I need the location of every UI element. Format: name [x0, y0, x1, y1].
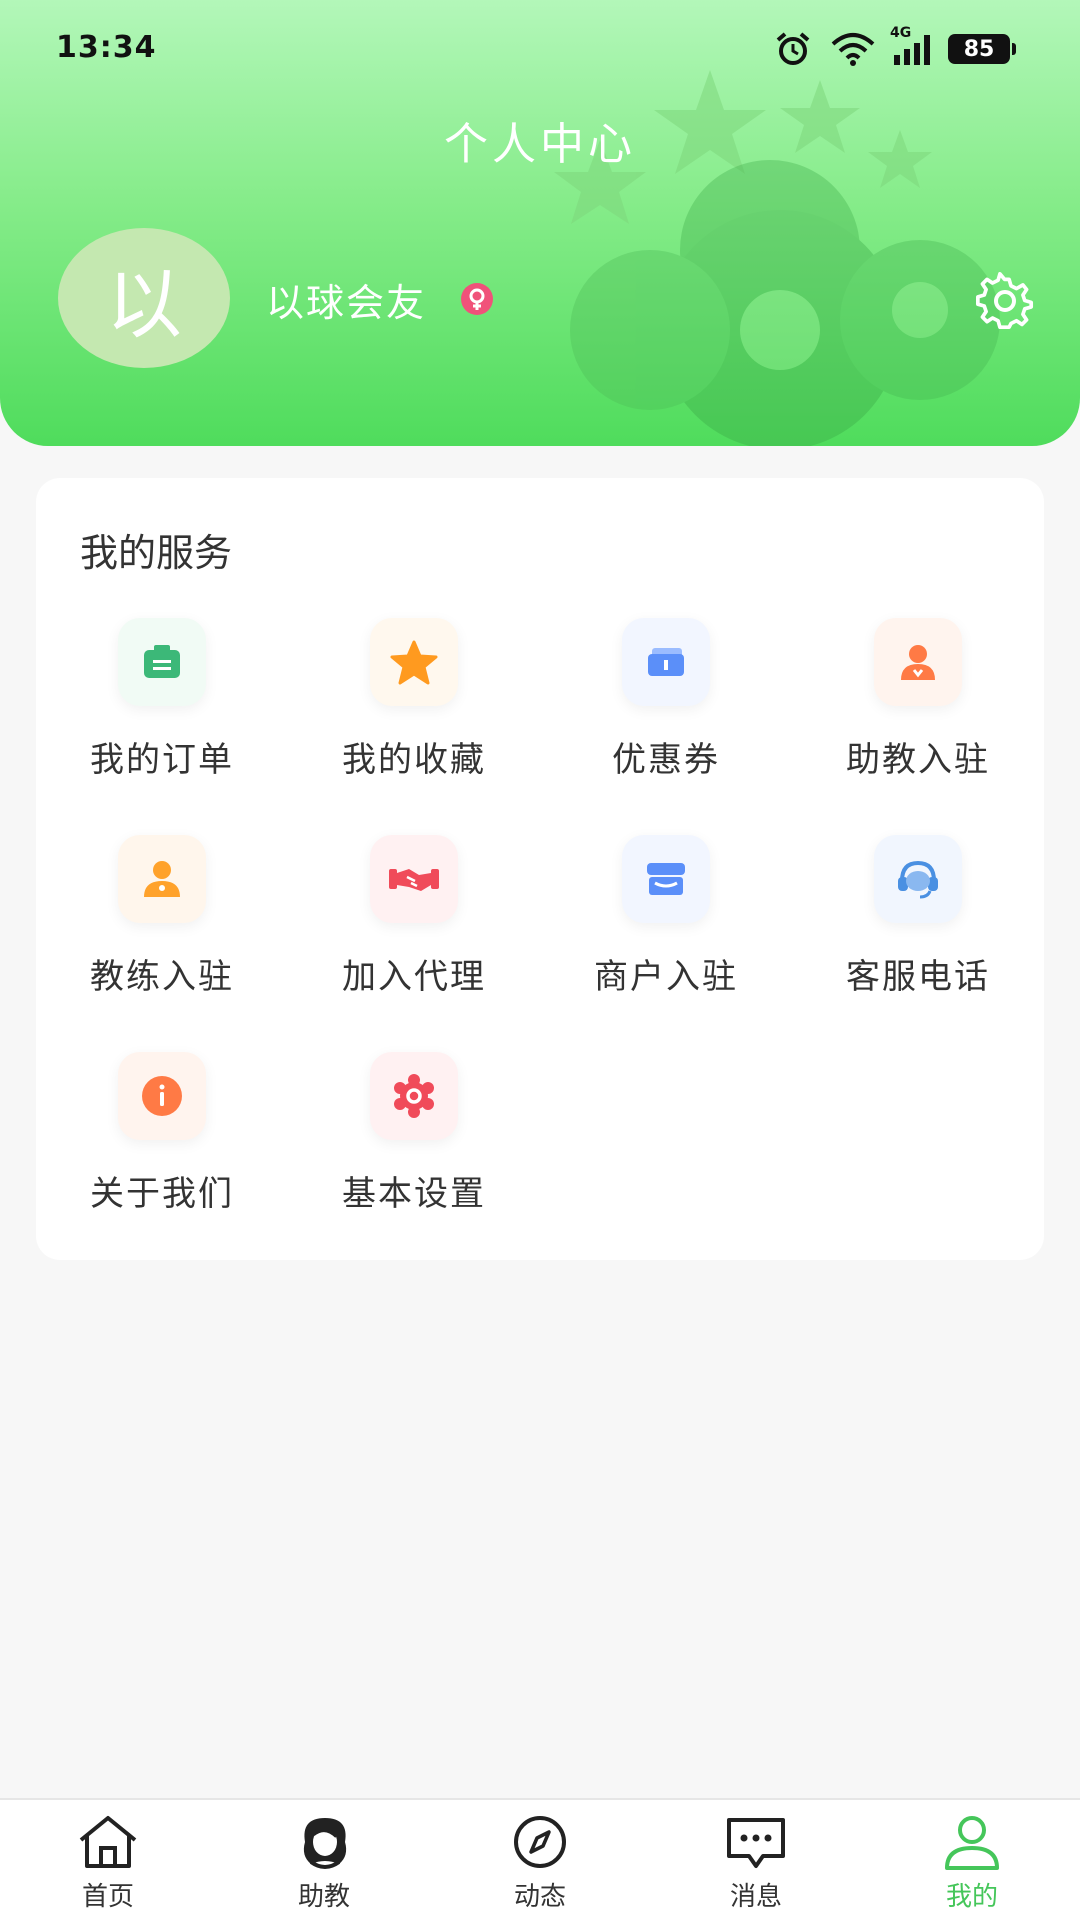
service-coupons[interactable]: 优惠券 [540, 618, 792, 835]
status-icons: 4G 85 [774, 25, 1016, 66]
assistant-avatar-icon [303, 1818, 347, 1869]
assistant-icon [874, 618, 962, 706]
user-icon [945, 1816, 999, 1870]
service-label: 客服电话 [846, 957, 990, 997]
service-assistant-join[interactable]: 助教入驻 [792, 618, 1044, 835]
order-icon [118, 618, 206, 706]
status-bar: 13:34 4G 85 [0, 0, 1080, 100]
star-icon [370, 618, 458, 706]
tab-moments[interactable]: 动态 [432, 1800, 648, 1922]
tab-assistant[interactable]: 助教 [216, 1800, 432, 1922]
service-label: 商户入驻 [594, 957, 738, 997]
tab-mine[interactable]: 我的 [864, 1800, 1080, 1922]
bottom-tab-bar: 首页 助教 动态 消息 我的 [0, 1798, 1080, 1922]
service-label: 助教入驻 [846, 740, 990, 780]
tab-home[interactable]: 首页 [0, 1800, 216, 1922]
message-icon [727, 1818, 785, 1868]
service-coach-join[interactable]: 教练入驻 [36, 835, 288, 1052]
service-basic-settings[interactable]: 基本设置 [288, 1052, 540, 1269]
service-label: 优惠券 [612, 740, 720, 780]
service-label: 我的订单 [90, 740, 234, 780]
service-customer-phone[interactable]: 客服电话 [792, 835, 1044, 1052]
service-label: 关于我们 [90, 1174, 234, 1214]
services-card: 我的服务 我的订单 我的收藏 优惠券 助教入驻 教练入驻 加入代理 商户入驻 客… [36, 478, 1044, 1260]
store-icon [622, 835, 710, 923]
service-my-favorites[interactable]: 我的收藏 [288, 618, 540, 835]
service-join-agent[interactable]: 加入代理 [288, 835, 540, 1052]
settings-gear-icon[interactable] [976, 272, 1034, 330]
network-type: 4G [890, 25, 912, 41]
info-icon [118, 1052, 206, 1140]
tab-label: 助教 [297, 1882, 350, 1912]
coach-icon [118, 835, 206, 923]
alarm-icon [776, 32, 810, 65]
home-icon [79, 1816, 137, 1868]
service-label: 我的收藏 [342, 740, 486, 780]
avatar[interactable]: 以 [58, 228, 230, 368]
gear-icon [370, 1052, 458, 1140]
service-label: 基本设置 [342, 1174, 486, 1214]
services-grid: 我的订单 我的收藏 优惠券 助教入驻 教练入驻 加入代理 商户入驻 客服电话 关… [36, 618, 1044, 1269]
cellular-signal: 4G [890, 25, 930, 65]
profile-header: 13:34 4G 85 个人中心 以 以球会友 [0, 0, 1080, 446]
compass-icon [514, 1816, 566, 1868]
female-gender-icon [461, 283, 493, 315]
service-merchant-join[interactable]: 商户入驻 [540, 835, 792, 1052]
service-my-orders[interactable]: 我的订单 [36, 618, 288, 835]
tab-label: 首页 [81, 1882, 134, 1912]
headset-icon [874, 835, 962, 923]
service-label: 加入代理 [342, 957, 486, 997]
wifi-icon [831, 33, 875, 66]
coupon-icon [622, 618, 710, 706]
services-title: 我的服务 [80, 531, 233, 575]
tab-label: 我的 [945, 1882, 998, 1912]
status-time: 13:34 [56, 30, 157, 65]
service-label: 教练入驻 [90, 957, 234, 997]
tab-messages[interactable]: 消息 [648, 1800, 864, 1922]
service-about-us[interactable]: 关于我们 [36, 1052, 288, 1269]
battery-indicator: 85 [948, 34, 1016, 64]
tab-label: 消息 [729, 1882, 782, 1912]
tab-label: 动态 [513, 1882, 566, 1912]
username[interactable]: 以球会友 [266, 272, 426, 327]
page-title: 个人中心 [444, 119, 636, 170]
handshake-icon [370, 835, 458, 923]
